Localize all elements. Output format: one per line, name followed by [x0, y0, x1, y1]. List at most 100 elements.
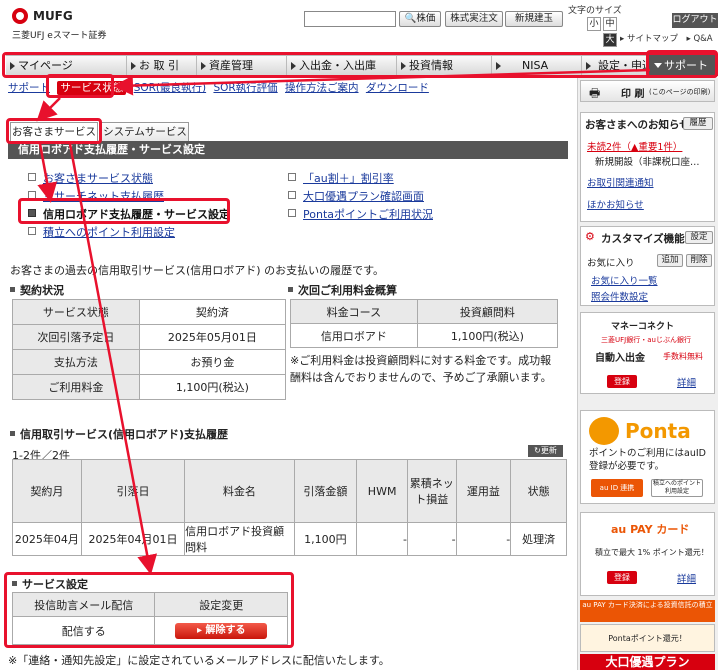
- link-research-net-history[interactable]: リサーチネット支払履歴: [28, 188, 164, 204]
- contract-month-cell: 2025年04月: [12, 522, 82, 556]
- link-au-discount-rate[interactable]: 「au割＋」割引率: [288, 170, 394, 186]
- favorites-list-link[interactable]: お気に入り一覧: [591, 273, 658, 287]
- net-pl-cell: -: [406, 522, 457, 556]
- profit-cell: -: [455, 522, 512, 556]
- aupay-text: 積立で最大 1% ポイント還元！: [595, 548, 709, 557]
- aupay-logo: au PAY カード: [611, 523, 690, 536]
- favorites-add-button[interactable]: 追加: [657, 254, 683, 267]
- print-button[interactable]: 🖶 印 刷 (このページの印刷): [580, 80, 715, 102]
- nav-deposit[interactable]: 入出金・入出庫: [286, 56, 396, 75]
- new-position-button[interactable]: 新規建玉: [505, 11, 563, 27]
- link-point-accumulation[interactable]: 積立へのポイント利用設定: [28, 224, 175, 240]
- link-customer-service-status[interactable]: お客さまサービス状態: [28, 170, 153, 186]
- debit-date-cell: 2025年04月01日: [80, 522, 186, 556]
- nav-settings[interactable]: 設定・申込: [581, 56, 653, 75]
- customize-settings-button[interactable]: 設定: [685, 231, 713, 244]
- money-register-button[interactable]: 登録: [607, 375, 637, 388]
- fee-note: ※ご利用料金は投資顧問料に対する料金です。成功報酬料は含んでおりませんので、予め…: [290, 354, 552, 384]
- mufg-logo-icon: [12, 8, 28, 24]
- column-header: 投信助言メール配信: [11, 592, 156, 617]
- mail-delivery-status: 配信する: [11, 616, 156, 645]
- gear-icon: ⚙: [585, 230, 595, 243]
- fee-free-label: 手数料無料: [663, 352, 703, 361]
- history-section-title: 信用取引サービス(信用ロボアド)支払履歴: [10, 426, 228, 442]
- link-ponta-usage[interactable]: Pontaポイントご利用状況: [288, 206, 433, 222]
- auid-link-button[interactable]: au ID 連携: [591, 479, 643, 497]
- search-icon: 🔍: [404, 13, 417, 24]
- tab-customer-service[interactable]: お客さまサービス: [10, 122, 98, 141]
- column-header: 引落金額: [293, 459, 358, 523]
- debit-amount-cell: 1,100円: [293, 522, 358, 556]
- main-nav: マイページ お 取 引 資産管理 入出金・入出庫 投資情報 NISA 設定・申込: [6, 55, 718, 76]
- money-connect-banks: 三菱UFJ銀行・auじぶん銀行: [601, 336, 691, 344]
- font-size-small-button[interactable]: 小: [587, 17, 601, 31]
- subnav-sor-evaluation[interactable]: SOR執行評価: [213, 82, 277, 94]
- column-header: 引落日: [80, 459, 186, 523]
- large-preferential-banner[interactable]: 大口優遇プラン: [580, 654, 715, 670]
- logout-button[interactable]: ログアウト: [672, 13, 718, 28]
- stock-search-input[interactable]: [304, 11, 396, 27]
- nav-assets[interactable]: 資産管理: [196, 56, 286, 75]
- usage-fee-value: 1,100円(税込): [138, 374, 287, 400]
- subnav-operation-guide[interactable]: 操作方法ご案内: [285, 82, 359, 94]
- sitemap-qa-links[interactable]: ▸ サイトマップ ▸ Q&A: [620, 32, 713, 44]
- column-header: 契約月: [12, 459, 82, 523]
- aupay-detail-link[interactable]: 詳細: [677, 571, 696, 585]
- subnav-support[interactable]: サポート: [8, 82, 50, 94]
- row-label: サービス状態: [12, 299, 140, 325]
- aupay-box: au PAY カード 積立で最大 1% ポイント還元！ 登録 詳細: [580, 512, 715, 596]
- subnav-download[interactable]: ダウンロード: [366, 82, 429, 94]
- ponta-box: Ponta ポイントのご利用にはauID登録が必要です。 au ID 連携 積立…: [580, 410, 715, 504]
- nav-support[interactable]: サポート: [648, 55, 718, 76]
- new-account-notice-link[interactable]: 新規開設（非課税口座…: [595, 154, 700, 168]
- other-notices-link[interactable]: ほかお知らせ: [587, 197, 644, 211]
- tab-system-service[interactable]: システムサービス: [101, 122, 189, 141]
- ponta-mascot-icon: [589, 417, 619, 445]
- font-size-large-button[interactable]: 大: [603, 33, 617, 47]
- payment-history-table: 契約月 引落日 料金名 引落金額 HWM 累積ネット損益 運用益 状態 2025…: [12, 459, 567, 556]
- cancel-subscription-button[interactable]: ▸ 解除する: [175, 622, 268, 639]
- row-label: 次回引落予定日: [12, 324, 140, 350]
- nav-investment-info[interactable]: 投資情報: [396, 56, 491, 75]
- font-size-medium-button[interactable]: 中: [603, 17, 617, 31]
- logo-mufg-text: MUFG: [33, 9, 73, 23]
- ponta-text: ポイントのご利用にはauID登録が必要です。: [589, 448, 706, 472]
- ponta-logo: Ponta: [625, 419, 691, 443]
- next-fee-section-title: 次回ご利用料金概算: [288, 282, 397, 298]
- aupay-register-button[interactable]: 登録: [607, 571, 637, 584]
- aupay-banner[interactable]: au PAY カード決済による投資信託の積立: [580, 600, 715, 622]
- link-large-preferential-plan[interactable]: 大口優遇プラン確認画面: [288, 188, 424, 204]
- notice-history-button[interactable]: 履歴: [683, 117, 713, 130]
- intro-text: お客さまの過去の信用取引サービス(信用ロボアド) のお支払いの履歴です。: [10, 264, 384, 277]
- stock-search-button[interactable]: 🔍株価: [399, 11, 441, 27]
- money-connect-title: マネーコネクト: [611, 322, 675, 332]
- favorites-delete-button[interactable]: 削除: [686, 254, 712, 267]
- fee-name-cell: 信用ロボアド投資顧問料: [184, 522, 295, 556]
- service-status-value: 契約済: [138, 299, 287, 325]
- next-fee-table: 料金コース 投資顧問料 信用ロボアド 1,100円(税込): [290, 299, 559, 348]
- favorites-label: お気に入り: [587, 258, 635, 269]
- refresh-button[interactable]: ↻更新: [528, 445, 563, 457]
- stock-order-button[interactable]: 株式実注文: [445, 11, 503, 27]
- support-subnav: サポート サービス状態 SOR(最良執行) SOR執行評価 操作方法ご案内 ダウ…: [8, 80, 433, 95]
- ponta-accumulate-button[interactable]: 積立へのポイント利用設定: [651, 479, 703, 497]
- money-detail-link[interactable]: 詳細: [677, 375, 696, 389]
- nav-nisa[interactable]: NISA: [491, 56, 581, 75]
- printer-icon: 🖶: [589, 86, 601, 100]
- unread-notices-link[interactable]: 未読2件（▲重要1件）: [587, 139, 682, 153]
- contract-section-title: 契約状況: [10, 282, 64, 298]
- ponta-return-banner[interactable]: Pontaポイント還元！: [580, 624, 715, 652]
- notice-box: お客さまへのお知らせ 履歴 未読2件（▲重要1件） 新規開設（非課税口座… お取…: [580, 112, 715, 222]
- link-robo-advisor-history[interactable]: 信用ロボアド支払履歴・サービス設定: [28, 206, 230, 222]
- column-header: 状態: [510, 459, 567, 523]
- money-connect-box: マネーコネクト 三菱UFJ銀行・auじぶん銀行 自動入出金 手数料無料 登録 詳…: [580, 312, 715, 394]
- subnav-sor[interactable]: SOR(最良執行): [134, 82, 206, 94]
- trade-notice-link[interactable]: お取引関連通知: [587, 175, 654, 189]
- query-count-link[interactable]: 照会件数設定: [591, 289, 648, 303]
- column-header: 料金コース: [290, 299, 418, 324]
- table-row: 2025年04月 2025年04月01日 信用ロボアド投資顧問料 1,100円 …: [12, 522, 567, 556]
- column-header: HWM: [356, 459, 408, 523]
- nav-mypage[interactable]: マイページ: [6, 56, 86, 75]
- nav-trade[interactable]: お 取 引: [126, 56, 196, 75]
- subnav-service-status[interactable]: サービス状態: [57, 81, 127, 95]
